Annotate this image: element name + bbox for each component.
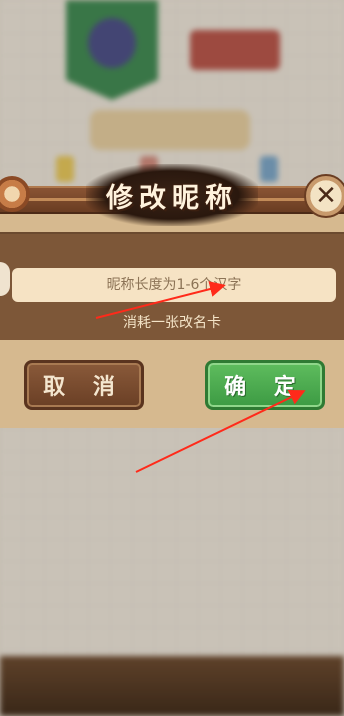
dialog-title: 修改昵称 [106, 182, 238, 214]
dialog-title-plate: 修改昵称 [86, 164, 258, 226]
cancel-button[interactable]: 取 消 [24, 360, 144, 410]
close-icon: ✕ [315, 181, 337, 211]
confirm-button[interactable]: 确 定 [205, 360, 325, 410]
panel-knob [0, 262, 10, 296]
confirm-button-label: 确 定 [224, 374, 306, 400]
cancel-button-label: 取 消 [43, 374, 125, 400]
close-button[interactable]: ✕ [304, 174, 344, 218]
nickname-input[interactable] [12, 268, 336, 302]
rename-card-hint: 消耗一张改名卡 [123, 315, 221, 331]
